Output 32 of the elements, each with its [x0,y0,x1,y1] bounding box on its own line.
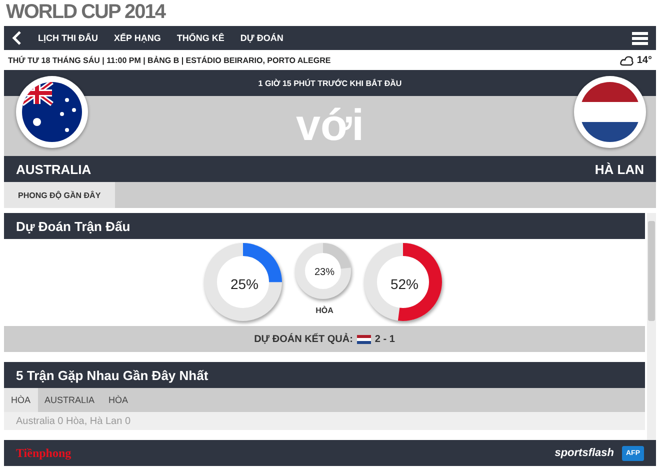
filter-tab[interactable]: AUSTRALIA [38,388,102,412]
netherlands-flag-icon [574,76,646,148]
filter-tab[interactable]: HÒA [4,388,38,412]
netherlands-flag-icon [356,334,371,344]
publisher-logo: Tiềnphong [16,446,72,460]
percentage-label: 25% [230,276,259,292]
sportsflash-logo: sportsflash [554,447,614,459]
home-team-name: AUSTRALIA [16,162,92,176]
section-title: 5 Trận Gặp Nhau Gần Đây Nhất [16,368,208,382]
nav-link[interactable]: DỰ ĐOÁN [240,33,284,43]
page-title: WORLD CUP 2014 [5,0,167,25]
section-title: Dự Đoán Trận Đấu [16,218,130,234]
back-icon[interactable] [12,31,22,45]
nav-link[interactable]: XẾP HẠNG [114,33,161,43]
nav-link[interactable]: LỊCH THI ĐẤU [38,33,98,43]
match-info: THỨ TƯ 18 THÁNG SÁU | 11:00 PM | BẢNG B | ESTÁDIO BEIRARIO, PORTO ALEGRE [8,56,331,64]
scrollbar[interactable] [647,213,656,440]
away-team-name: HÀ LAN [594,162,644,176]
cloud-icon [620,54,634,66]
percentage-label: 23% [314,267,334,278]
menu-icon[interactable] [632,32,648,44]
match-result-text: Australia 0 Hòa, Hà Lan 0 [16,416,131,426]
predicted-score: 2 - 1 [374,334,395,344]
donut-caption: HÒA [316,306,334,315]
section-tab[interactable]: PHONG ĐỘ GẦN ĐÂY [4,182,115,208]
nav-link[interactable]: THỐNG KÊ [176,33,224,43]
countdown-text: 1 GIỜ 15 PHÚT TRƯỚC KHI BẮT ĐẦU [258,78,402,88]
result-label: DỰ ĐOÁN KẾT QUẢ: [254,334,353,344]
temperature: 14° [636,54,652,66]
filter-tab[interactable]: HÒA [102,388,136,412]
australia-flag-icon [16,76,88,148]
percentage-label: 52% [390,276,419,292]
